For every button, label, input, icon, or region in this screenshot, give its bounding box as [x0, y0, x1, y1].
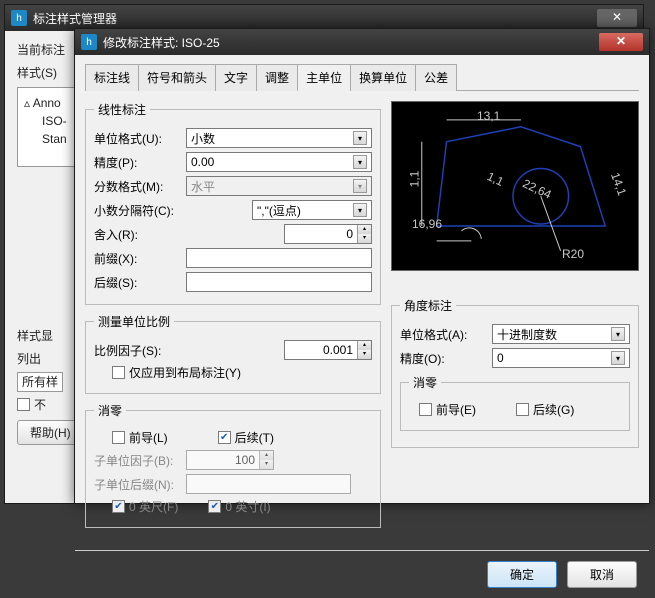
decimal-sep-label: 小数分隔符(C): — [94, 202, 180, 219]
list-filter-select[interactable]: 所有样 — [17, 372, 63, 392]
feet-checkbox: ✔0 英尺(F) — [112, 498, 178, 515]
precision-select[interactable]: 0.00▾ — [186, 152, 372, 172]
ok-button[interactable]: 确定 — [487, 561, 557, 588]
chevron-down-icon: ▾ — [353, 203, 367, 217]
scale-group: 测量单位比例 比例因子(S): 0.001▴▾ 仅应用到布局标注(Y) — [85, 313, 381, 394]
cancel-button[interactable]: 取消 — [567, 561, 637, 588]
chevron-down-icon: ▾ — [611, 351, 625, 365]
zero-legend: 消零 — [94, 402, 126, 419]
chevron-down-icon: ▾ — [353, 131, 367, 145]
precision-label: 精度(P): — [94, 154, 180, 171]
list-label: 列出 — [17, 352, 41, 366]
angle-unit-format-label: 单位格式(A): — [400, 326, 486, 343]
app-icon: h — [81, 34, 97, 50]
linear-legend: 线性标注 — [94, 101, 150, 118]
round-label: 舍入(R): — [94, 226, 180, 243]
tabs: 标注线 符号和箭头 文字 调整 主单位 换算单位 公差 — [85, 63, 639, 91]
angle-leading-checkbox[interactable]: 前导(E) — [419, 401, 476, 418]
inch-checkbox: ✔0 英寸(I) — [208, 498, 270, 515]
angle-zero-legend: 消零 — [409, 374, 441, 391]
prefix-label: 前缀(X): — [94, 250, 180, 267]
prefix-input[interactable] — [186, 248, 372, 268]
angle-legend: 角度标注 — [400, 297, 456, 314]
preview-dim-left: 1,1 — [407, 171, 421, 188]
angle-dim-group: 角度标注 单位格式(A): 十进制度数▾ 精度(O): 0▾ 消零 前导(E) … — [391, 297, 639, 448]
tab-dimlines[interactable]: 标注线 — [85, 64, 139, 91]
angle-precision-label: 精度(O): — [400, 350, 486, 367]
child-title-text: 修改标注样式: ISO-25 — [103, 34, 220, 51]
preview-radius: R20 — [562, 247, 584, 261]
unit-format-label: 单位格式(U): — [94, 130, 180, 147]
parent-close-button[interactable]: ✕ — [597, 9, 637, 27]
chevron-down-icon: ▾ — [353, 179, 367, 193]
suffix-label: 后缀(S): — [94, 274, 180, 291]
tab-text[interactable]: 文字 — [215, 64, 257, 91]
subsuffix-label: 子单位后缀(N): — [94, 476, 180, 493]
tab-alt-units[interactable]: 换算单位 — [350, 64, 416, 91]
chevron-down-icon: ▾ — [611, 327, 625, 341]
close-button[interactable]: ✕ — [599, 33, 643, 51]
linear-dim-group: 线性标注 单位格式(U): 小数▾ 精度(P): 0.00▾ 分数格式(M): … — [85, 101, 381, 305]
subfactor-label: 子单位因子(B): — [94, 452, 180, 469]
subsuffix-input — [186, 474, 351, 494]
round-spinner[interactable]: 0▴▾ — [284, 224, 372, 244]
app-icon: h — [11, 10, 27, 26]
leading-checkbox[interactable]: 前导(L) — [112, 429, 168, 446]
layout-only-checkbox[interactable]: 仅应用到布局标注(Y) — [112, 364, 241, 381]
parent-title-text: 标注样式管理器 — [33, 10, 117, 27]
unit-format-select[interactable]: 小数▾ — [186, 128, 372, 148]
tab-symbols[interactable]: 符号和箭头 — [138, 64, 216, 91]
preview-dim-top: 13,1 — [477, 109, 500, 123]
dialog-footer: 确定 取消 — [75, 550, 649, 598]
tab-primary-units[interactable]: 主单位 — [297, 64, 351, 91]
zero-suppression-group: 消零 前导(L) ✔后续(T) 子单位因子(B): 100▴▾ 子单位后缀(N)… — [85, 402, 381, 528]
modify-dim-style-dialog: h 修改标注样式: ISO-25 ✕ 标注线 符号和箭头 文字 调整 主单位 换… — [74, 28, 650, 504]
scale-factor-label: 比例因子(S): — [94, 342, 180, 359]
suffix-input[interactable] — [186, 272, 372, 292]
angle-zero-group: 消零 前导(E) 后续(G) — [400, 374, 630, 431]
preview-panel: 13,1 1,1 1,1 22,64 16,96 14,1 R20 — [391, 101, 639, 271]
tab-fit[interactable]: 调整 — [256, 64, 298, 91]
style-display-label: 样式显 — [17, 329, 53, 343]
not-checkbox[interactable]: 不 — [17, 396, 46, 413]
fraction-format-label: 分数格式(M): — [94, 178, 180, 195]
angle-unit-format-select[interactable]: 十进制度数▾ — [492, 324, 630, 344]
angle-precision-select[interactable]: 0▾ — [492, 348, 630, 368]
scale-factor-spinner[interactable]: 0.001▴▾ — [284, 340, 372, 360]
preview-dim-bottom: 16,96 — [412, 217, 442, 231]
tab-tolerance[interactable]: 公差 — [415, 64, 457, 91]
scale-legend: 测量单位比例 — [94, 313, 174, 330]
child-titlebar: h 修改标注样式: ISO-25 ✕ — [75, 29, 649, 55]
chevron-down-icon: ▾ — [353, 155, 367, 169]
fraction-format-select: 水平▾ — [186, 176, 372, 196]
angle-trailing-checkbox[interactable]: 后续(G) — [516, 401, 574, 418]
trailing-checkbox[interactable]: ✔后续(T) — [218, 429, 274, 446]
subfactor-spinner: 100▴▾ — [186, 450, 274, 470]
decimal-sep-select[interactable]: ","(逗点)▾ — [252, 200, 372, 220]
